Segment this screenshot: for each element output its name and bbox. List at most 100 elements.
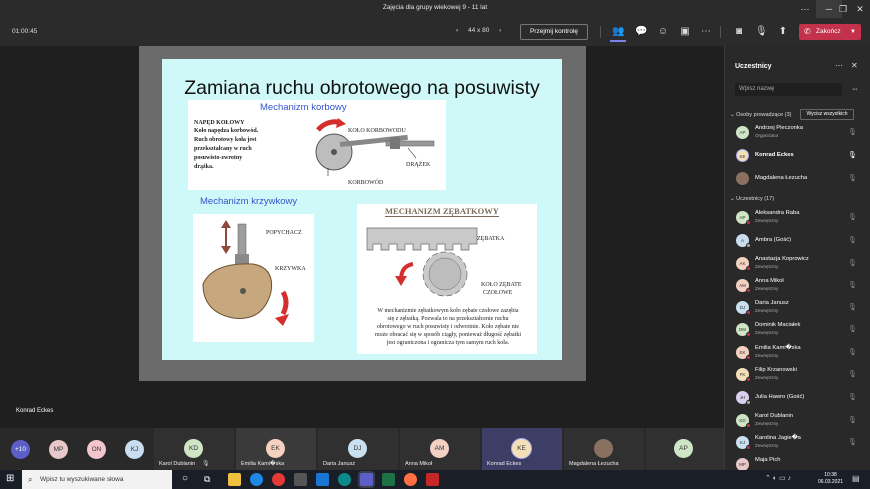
reactions-icon[interactable]: ☺	[657, 26, 669, 38]
zoom-in-icon[interactable]: ›	[499, 27, 501, 34]
more-actions-icon[interactable]: ⋯	[700, 26, 712, 38]
tile-name: Daria Janusz	[323, 461, 356, 467]
presenter-label: Konrad Eckes	[16, 408, 54, 414]
camera-off-icon[interactable]: ◙	[733, 26, 745, 38]
mic-on-icon: 🎙	[848, 152, 857, 159]
avatar: KE	[736, 149, 749, 162]
mic-icon: 🎙	[202, 461, 210, 467]
chat-icon[interactable]: 💬	[635, 26, 647, 38]
rooms-icon[interactable]: ▣	[679, 26, 691, 38]
mic-muted-icon: 🎙	[848, 394, 857, 401]
more-options-icon[interactable]: ⋯	[835, 61, 843, 70]
mic-muted-icon[interactable]: 🎙	[755, 26, 768, 38]
presenters-section-header[interactable]: ⌄ Osoby prowadzące (3)	[730, 112, 791, 118]
shared-slide: Zamiana ruchu obrotowego na posuwisty NA…	[162, 59, 562, 360]
video-tile[interactable]: AM Anna Mikoł	[400, 428, 480, 470]
tile-name: Anna Mikoł	[405, 461, 433, 467]
share-invite-icon[interactable]: ⇔	[851, 84, 859, 93]
participant-name: Anna Mikoł	[755, 278, 784, 284]
crank-heading: Mechanizm korbowy	[260, 102, 347, 113]
mic-muted-icon: 🎙	[848, 439, 857, 446]
participants-icon[interactable]: 👥	[612, 26, 624, 38]
label-rod: DRĄŻEK	[406, 162, 431, 168]
presenters-section-label: Osoby prowadzące (3)	[736, 112, 792, 118]
end-call-button[interactable]: ✆ Zakończ ▼	[799, 24, 861, 40]
participant-name: Aleksandra Raba	[755, 210, 800, 216]
firefox-icon[interactable]	[404, 473, 417, 486]
chrome-icon[interactable]	[272, 473, 285, 486]
rack-mechanism-panel: MECHANIZM ZĘBATKOWY ZĘBATKA KOŁO ZĘBATE …	[357, 204, 537, 354]
attendees-section-header[interactable]: ⌄ Uczestnicy (17)	[730, 196, 774, 202]
participant-row[interactable]: MP Maja Pich	[725, 454, 870, 470]
crank-mechanism-panel: NAPĘD KOŁOWY Koło napędza korbowód. Ruch…	[188, 100, 446, 190]
close-panel-icon[interactable]: ✕	[851, 61, 858, 70]
avatar[interactable]: ON	[87, 440, 106, 459]
participant-row[interactable]: JH Julia Hawro (Gość) 🎙	[725, 387, 870, 409]
pdf-icon[interactable]	[426, 473, 439, 486]
meeting-timer: 01:00:45	[12, 28, 38, 35]
participant-role: Zewnętrzny	[755, 421, 779, 426]
participant-row[interactable]: KE Konrad Eckes 🎙	[725, 145, 870, 167]
video-tile[interactable]: Magdalena Łezucha	[564, 428, 644, 470]
close-icon[interactable]: ✕	[847, 0, 870, 18]
clock-date: 06.03.2021	[818, 479, 844, 485]
video-tile[interactable]: KD Karol Dublanin 🎙	[154, 428, 234, 470]
file-explorer-icon[interactable]	[228, 473, 241, 486]
participant-name: Konrad Eckes	[755, 152, 794, 158]
participant-row[interactable]: KJ Karolina Jagie�a Zewnętrzny 🎙	[725, 432, 870, 454]
end-call-label: Zakończ	[816, 28, 841, 35]
taskbar-search-input[interactable]: ⌕ Wpisz tu wyszukiwane słowa	[22, 470, 172, 489]
mic-muted-icon: 🎙	[848, 304, 857, 311]
participant-row[interactable]: A Ambra (Gość) 🎙	[725, 230, 870, 252]
excel-icon[interactable]	[382, 473, 395, 486]
tile-name: Karol Dublanin	[159, 461, 196, 467]
cam-mechanism-panel: POPYCHACZ KRZYWKA	[193, 214, 314, 342]
cam-heading: Mechanizm krzywkowy	[200, 196, 298, 207]
video-tile-active-speaker[interactable]: KE Konrad Eckes	[482, 428, 562, 470]
share-screen-icon[interactable]: ⬆	[777, 26, 789, 38]
rack-text-line: się z zębatką. Pozwala to na przekształc…	[387, 316, 509, 322]
taskbar-search-placeholder: Wpisz tu wyszukiwane słowa	[40, 476, 124, 483]
rack-text-line: W mechanizmie zębatkowym koło zębate czo…	[377, 308, 519, 314]
participant-row[interactable]: AP Aleksandra Raba Zewnętrzny 🎙	[725, 207, 870, 229]
participant-row[interactable]: KD Karol Dublanin Zewnętrzny 🎙	[725, 410, 870, 432]
participant-row[interactable]: FK Filip Krzanowski Zewnętrzny 🎙	[725, 364, 870, 386]
participant-search-input[interactable]: Wpisz nazwę	[735, 83, 842, 96]
participant-role: Zewnętrzny	[755, 353, 779, 358]
app-icon[interactable]	[294, 473, 307, 486]
task-view-icon[interactable]: ⧉	[204, 473, 210, 485]
take-control-button[interactable]: Przejmij kontrolę	[520, 24, 588, 40]
mic-muted-icon: 🎙	[848, 237, 857, 244]
windows-start-icon[interactable]: ⊞	[6, 474, 14, 484]
video-tile[interactable]: EK Emilia Kami�ska	[236, 428, 316, 470]
mute-all-button[interactable]: Wycisz wszystkich	[800, 109, 854, 120]
vscode-icon[interactable]	[316, 473, 329, 486]
zoom-out-icon[interactable]: ‹	[456, 27, 458, 34]
participant-name: Magdalena Łezucha	[755, 175, 808, 181]
avatar[interactable]: KJ	[125, 440, 144, 459]
edge-icon[interactable]	[250, 473, 263, 486]
clock[interactable]: 10:38 06.03.2021	[818, 472, 843, 486]
chevron-down-icon[interactable]: ▼	[850, 24, 856, 40]
participant-row[interactable]: AP Andrzej Pieczonka Organizator 🎙	[725, 122, 870, 144]
participant-role: Zewnętrzny	[755, 375, 779, 380]
participant-row[interactable]: DJ Daria Janusz Zewnętrzny 🎙	[725, 297, 870, 319]
participants-panel: Uczestnicy ⋯ ✕ Wpisz nazwę ⇔ ⌄ Osoby pro…	[724, 46, 870, 470]
rack-text-line: jest ograniczona i ogranicza tym samym r…	[386, 340, 510, 346]
teams-icon[interactable]	[360, 473, 373, 486]
cortana-icon[interactable]: ○	[182, 473, 188, 485]
zoom-control: ‹ 44 x 80 ›	[456, 27, 501, 34]
avatar[interactable]: MP	[49, 440, 68, 459]
notifications-icon[interactable]: ▤	[852, 474, 860, 483]
participant-row[interactable]: Magdalena Łezucha 🎙	[725, 168, 870, 190]
video-tile[interactable]: DJ Daria Janusz	[318, 428, 398, 470]
app-icon[interactable]	[338, 473, 351, 486]
overflow-count[interactable]: +10	[11, 440, 30, 459]
participant-row[interactable]: AK Anastazja Koprowicz Zewnętrzny 🎙	[725, 253, 870, 275]
video-tile[interactable]: AP	[646, 428, 724, 470]
participant-row[interactable]: EK Emilia Kami�ska Zewnętrzny 🎙	[725, 342, 870, 364]
participant-row[interactable]: AM Anna Mikoł Zewnętrzny 🎙	[725, 275, 870, 297]
system-tray-icons[interactable]: ⌃ ◐ ▭ ♪	[765, 474, 791, 482]
participant-row[interactable]: DM Dominik Maciałek Zewnętrzny 🎙	[725, 319, 870, 341]
more-options-icon[interactable]: ⋯	[792, 0, 818, 18]
